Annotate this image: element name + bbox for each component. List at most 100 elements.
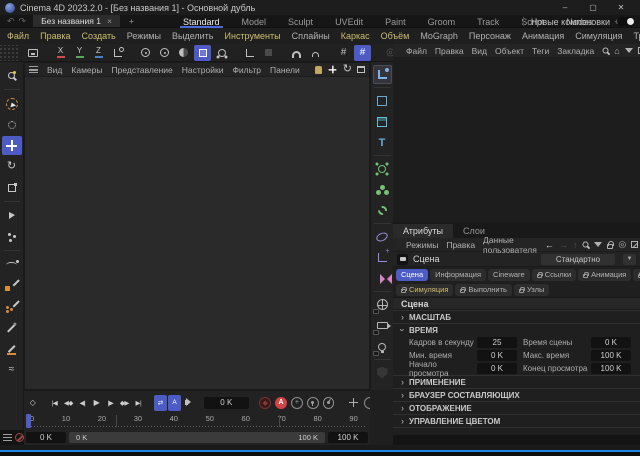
menu-select[interactable]: Выделить	[172, 31, 214, 41]
scale-tool-button[interactable]	[2, 178, 22, 197]
search-icon[interactable]	[603, 48, 609, 54]
symmetry-object-button[interactable]	[373, 269, 392, 288]
lock-icon[interactable]	[607, 244, 613, 249]
model-mode-button[interactable]	[194, 45, 211, 61]
preview-range-slider[interactable]: 0 K 100 K	[69, 432, 325, 443]
section-display[interactable]: › ОТОБРАЖЕНИЕ	[393, 401, 640, 414]
object-move-button[interactable]	[2, 206, 22, 225]
menu-animate[interactable]: Анимация	[522, 31, 564, 41]
om-menu-tags[interactable]: Теги	[532, 46, 549, 56]
tweak-tool-button[interactable]	[2, 115, 22, 134]
vp-menu-view[interactable]: Вид	[47, 65, 62, 75]
vp-menu-panels[interactable]: Панели	[270, 65, 300, 75]
loop-button[interactable]: ⇄	[154, 395, 167, 411]
dropdown-arrow-button[interactable]: ▼	[623, 254, 636, 265]
viewport-menu-icon[interactable]	[29, 66, 38, 73]
subdivision-surface-button[interactable]	[373, 159, 392, 178]
spline-primitive-button[interactable]	[373, 91, 392, 110]
camera-object-button[interactable]	[373, 316, 392, 335]
menu-simulate[interactable]: Симуляция	[575, 31, 622, 41]
disable-icon[interactable]	[15, 433, 24, 442]
material-button[interactable]	[373, 363, 392, 382]
redo-icon[interactable]: ↷	[19, 16, 27, 27]
preset-dropdown[interactable]: Стандартно	[541, 254, 615, 265]
attr-menu-mode[interactable]: Режимы	[406, 240, 438, 250]
add-keyframe-button[interactable]: +	[291, 397, 303, 409]
attr-tab-simulation[interactable]: Симуляция	[396, 284, 453, 296]
vp-menu-cameras[interactable]: Камеры	[71, 65, 102, 75]
knife-tool-button[interactable]	[2, 318, 22, 337]
home-icon[interactable]: ⌂	[614, 46, 619, 56]
deformer-button[interactable]	[373, 227, 392, 246]
up-icon[interactable]: ↑	[573, 240, 578, 250]
spline-sketch-button[interactable]: ≈	[2, 360, 22, 379]
menu-create[interactable]: Создать	[82, 31, 116, 41]
section-application[interactable]: › ПРИМЕНЕНИЕ	[393, 375, 640, 388]
go-start-button[interactable]: |◀	[48, 395, 61, 411]
tab-model[interactable]: Model	[231, 15, 278, 28]
attr-menu-edit[interactable]: Правка	[446, 240, 475, 250]
close-tab-icon[interactable]: ×	[107, 16, 112, 26]
line-cut-button[interactable]	[2, 339, 22, 358]
menu-modes[interactable]: Режимы	[127, 31, 161, 41]
workplane-mode-button[interactable]	[241, 45, 258, 61]
null-axis-button[interactable]	[373, 248, 392, 267]
current-frame-field[interactable]: 0 K	[204, 397, 249, 409]
viewport-canvas[interactable]	[25, 77, 369, 389]
axis-z-lock-button[interactable]: Z	[90, 45, 107, 61]
tab-track[interactable]: Track	[466, 15, 510, 28]
add-document-tab-button[interactable]: +	[120, 15, 143, 27]
forward-icon[interactable]: →	[559, 240, 568, 250]
om-menu-object[interactable]: Объект	[495, 46, 524, 56]
new-layouts-toggle[interactable]	[617, 17, 635, 26]
om-menu-file[interactable]: Файл	[406, 46, 427, 56]
max-time-field[interactable]: 100 K	[591, 350, 631, 361]
sky-object-button[interactable]	[373, 295, 392, 314]
section-scale[interactable]: › МАСШТАБ	[393, 310, 640, 323]
minimize-button[interactable]: –	[551, 0, 579, 15]
locked-workplane-button[interactable]	[260, 45, 277, 61]
om-menu-edit[interactable]: Правка	[435, 46, 464, 56]
text-object-button[interactable]: T	[373, 133, 392, 152]
vp-menu-options[interactable]: Настройки	[182, 65, 224, 75]
snap-button[interactable]	[288, 45, 305, 61]
workplane-button[interactable]	[109, 45, 126, 61]
next-frame-button[interactable]: |▶	[104, 395, 117, 411]
snap-settings-button[interactable]	[307, 45, 324, 61]
sound-button[interactable]	[182, 395, 195, 411]
light-object-button[interactable]	[373, 337, 392, 356]
tab-groom[interactable]: Groom	[417, 15, 467, 28]
menu-mograph[interactable]: MoGraph	[420, 31, 458, 41]
attr-tab-links[interactable]: Ссылки	[532, 269, 576, 281]
preview-start-field[interactable]: 0 K	[477, 363, 517, 374]
om-menu-view[interactable]: Вид	[472, 46, 487, 56]
polygon-pen-button[interactable]	[2, 276, 22, 295]
menu-mesh[interactable]: Каркас	[341, 31, 370, 41]
attr-menu-userdata[interactable]: Данные пользователя	[483, 235, 537, 255]
point-pen-button[interactable]	[2, 297, 22, 316]
menu-volume[interactable]: Объём	[381, 31, 410, 41]
prev-key-button[interactable]: ◀◆	[62, 395, 75, 411]
section-time[interactable]: › ВРЕМЯ	[393, 323, 640, 336]
autokey-record-button[interactable]: A	[275, 397, 287, 409]
timeline-ruler[interactable]: 0 10 20 30 40 50 60 70 80 90 100	[24, 414, 370, 430]
play-button[interactable]: ▶	[90, 395, 103, 411]
clipped-button[interactable]	[364, 397, 370, 409]
menu-splines[interactable]: Сплайны	[292, 31, 330, 41]
section-color-management[interactable]: › УПРАВЛЕНИЕ ЦВЕТОМ	[393, 414, 640, 427]
back-icon[interactable]: ←	[545, 240, 554, 250]
tab-uvedit[interactable]: UVEdit	[324, 15, 374, 28]
menu-file[interactable]: Файл	[7, 31, 29, 41]
preview-end-field[interactable]: 100 K	[591, 363, 631, 374]
attr-tab-bullet[interactable]: Bullet	[633, 269, 640, 281]
next-key-button[interactable]: ◆▶	[118, 395, 131, 411]
go-end-button[interactable]: ▶|	[132, 395, 145, 411]
key-rotation-button[interactable]	[323, 397, 335, 409]
playhead[interactable]	[26, 414, 31, 428]
search-icon[interactable]	[583, 242, 589, 248]
range-max-field[interactable]: 100 K	[328, 432, 368, 443]
axis-y-lock-button[interactable]: Y	[71, 45, 88, 61]
grid-button[interactable]: #	[335, 45, 352, 61]
menu-tools[interactable]: Инструменты	[225, 31, 281, 41]
scene-time-field[interactable]: 0 K	[591, 337, 631, 348]
